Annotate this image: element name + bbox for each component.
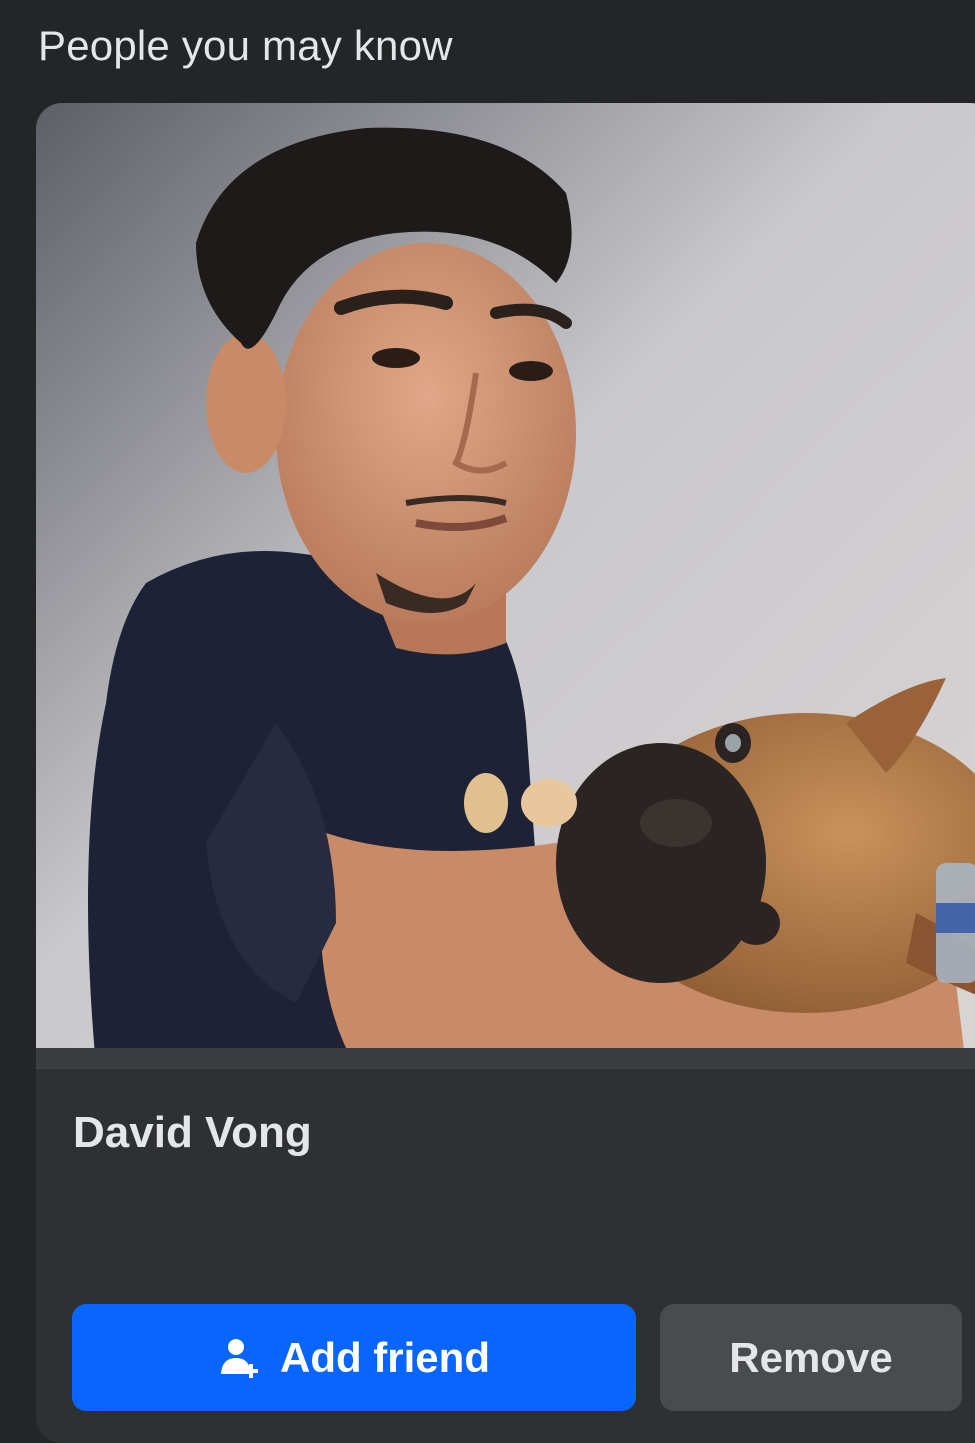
person-name[interactable]: David Vong	[73, 1108, 312, 1158]
suggestion-card[interactable]: David Vong Add friend Remove	[36, 103, 975, 1443]
remove-label: Remove	[729, 1333, 893, 1381]
card-divider	[36, 1067, 975, 1069]
add-friend-button[interactable]: Add friend	[72, 1304, 636, 1411]
section-title: People you may know	[38, 22, 453, 69]
remove-button[interactable]: Remove	[660, 1304, 962, 1411]
person-plus-icon	[221, 1338, 258, 1378]
profile-photo[interactable]	[36, 103, 975, 1067]
add-friend-label: Add friend	[280, 1333, 490, 1381]
